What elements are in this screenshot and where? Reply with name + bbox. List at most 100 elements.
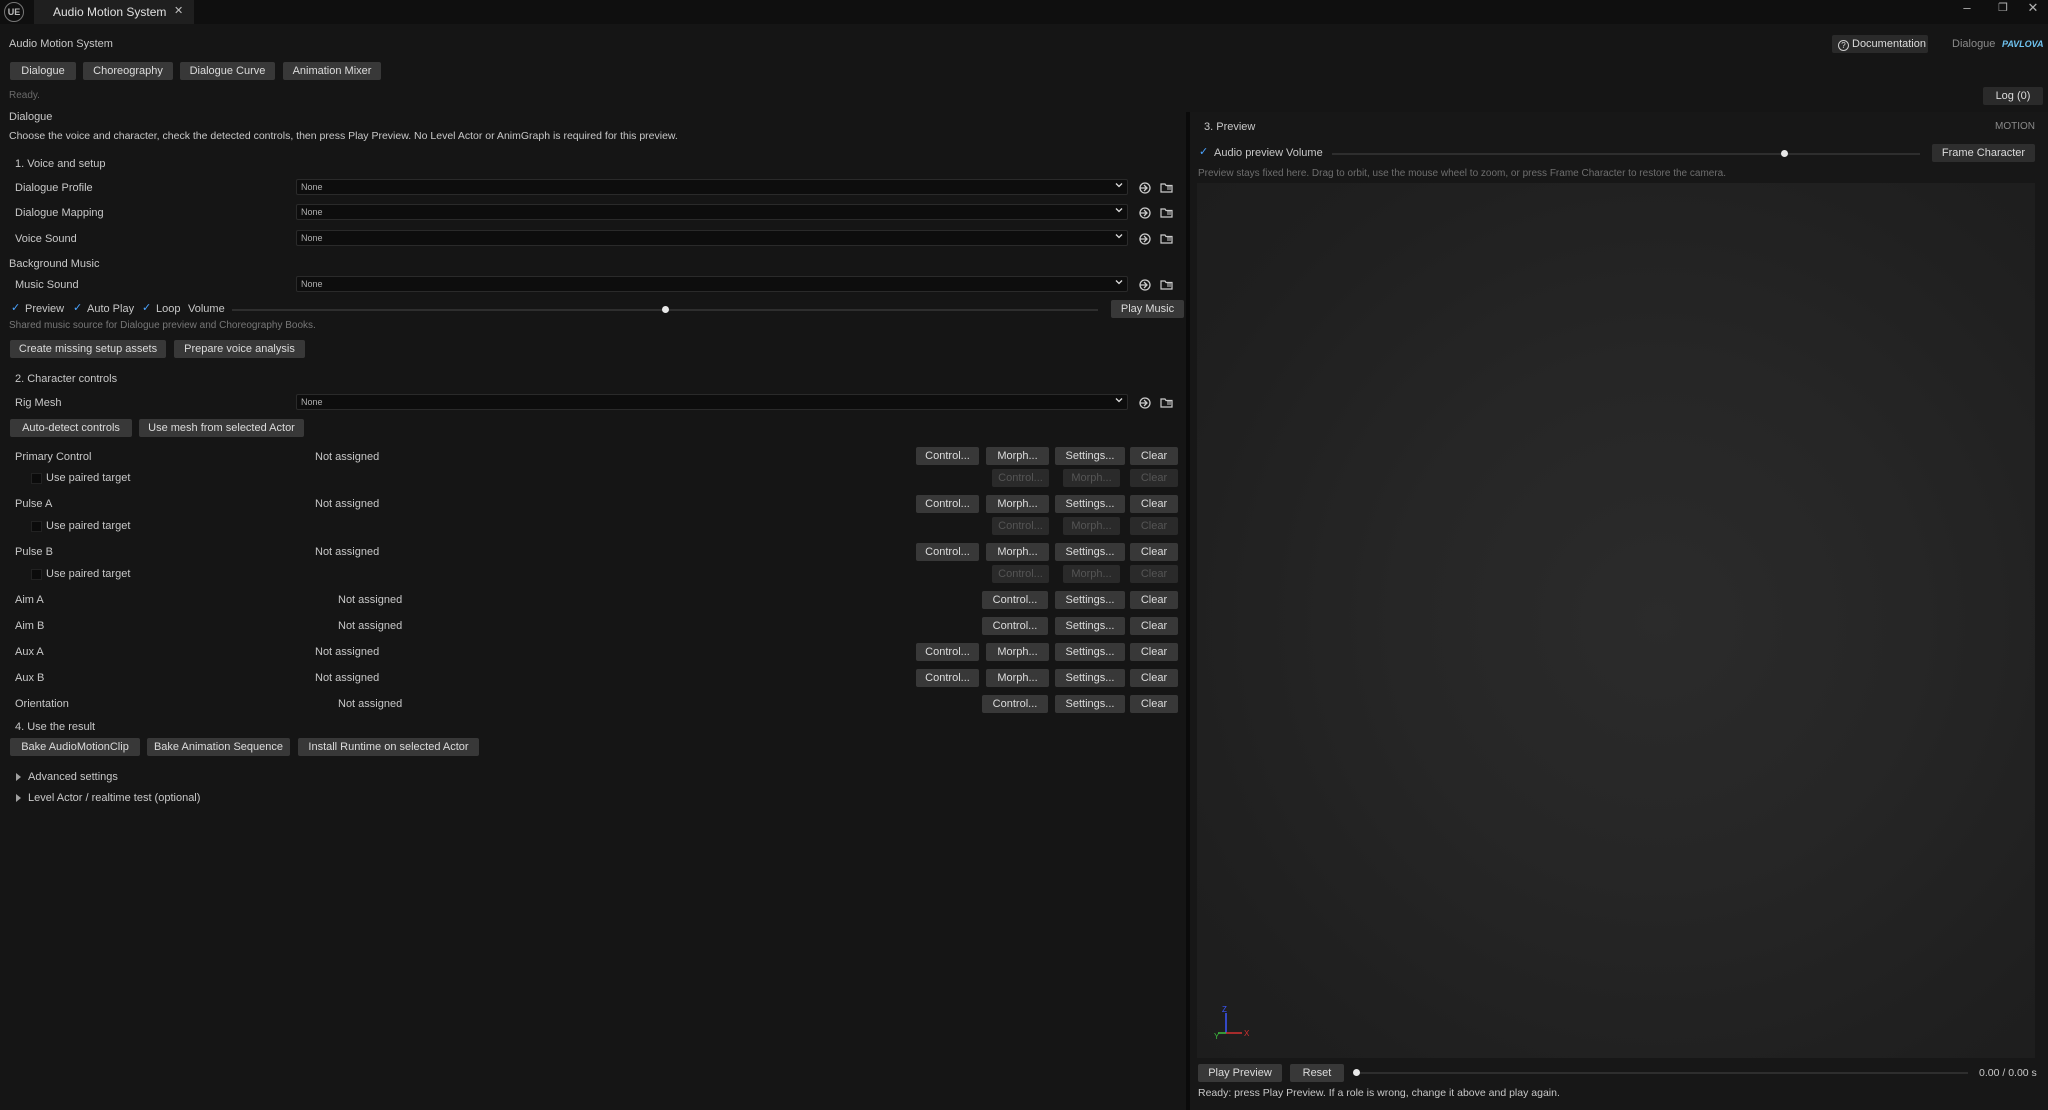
install-runtime-button[interactable]: Install Runtime on selected Actor xyxy=(298,738,479,756)
role-primary-label: Primary Control xyxy=(15,451,92,463)
restore-icon[interactable]: ❐ xyxy=(1988,0,2018,20)
advanced-settings-expander[interactable]: Advanced settings xyxy=(28,771,118,783)
document-tab[interactable]: Audio Motion System xyxy=(34,0,194,24)
expand-triangle-icon[interactable] xyxy=(16,773,21,781)
tab-dialogue-curve[interactable]: Dialogue Curve xyxy=(180,62,275,80)
music-note: Shared music source for Dialogue preview… xyxy=(9,320,316,331)
browse-folder-icon[interactable] xyxy=(1160,181,1174,195)
morph-button[interactable]: Morph... xyxy=(986,495,1049,513)
paired-target-checkbox[interactable] xyxy=(31,473,42,484)
dialogue-profile-select[interactable]: None xyxy=(296,179,1128,195)
settings-button[interactable]: Settings... xyxy=(1055,495,1125,513)
minimize-icon[interactable]: – xyxy=(1952,0,1982,20)
timeline-slider[interactable] xyxy=(1356,1072,1968,1074)
paired-target-checkbox[interactable] xyxy=(31,521,42,532)
axis-x-label: X xyxy=(1244,1029,1250,1038)
clear-button[interactable]: Clear xyxy=(1130,643,1178,661)
role-pulse-a-value: Not assigned xyxy=(315,498,380,510)
settings-button[interactable]: Settings... xyxy=(1055,591,1125,609)
use-selected-icon[interactable] xyxy=(1138,278,1152,292)
autodetect-button[interactable]: Auto-detect controls xyxy=(10,419,132,437)
browse-folder-icon[interactable] xyxy=(1160,206,1174,220)
settings-button[interactable]: Settings... xyxy=(1055,447,1125,465)
level-actor-expander[interactable]: Level Actor / realtime test (optional) xyxy=(28,792,200,804)
preview-volume-slider[interactable] xyxy=(1332,153,1920,155)
browse-folder-icon[interactable] xyxy=(1160,232,1174,246)
control-button[interactable]: Control... xyxy=(916,447,979,465)
role-aim-a-label: Aim A xyxy=(15,594,44,606)
browse-folder-icon[interactable] xyxy=(1160,278,1174,292)
use-mesh-button[interactable]: Use mesh from selected Actor xyxy=(139,419,304,437)
clear-button[interactable]: Clear xyxy=(1130,617,1178,635)
music-volume-handle[interactable] xyxy=(661,306,669,313)
create-assets-button[interactable]: Create missing setup assets xyxy=(10,340,166,358)
dialogue-mapping-select[interactable]: None xyxy=(296,204,1128,220)
clear-button[interactable]: Clear xyxy=(1130,543,1178,561)
settings-button[interactable]: Settings... xyxy=(1055,669,1125,687)
audio-preview-checkbox[interactable] xyxy=(1199,145,1210,159)
paired-target-checkbox[interactable] xyxy=(31,569,42,580)
clear-button[interactable]: Clear xyxy=(1130,495,1178,513)
status-text: Ready. xyxy=(9,90,40,101)
settings-button[interactable]: Settings... xyxy=(1055,643,1125,661)
tab-dialogue[interactable]: Dialogue xyxy=(10,62,76,80)
clear-button[interactable]: Clear xyxy=(1130,447,1178,465)
timeline-handle[interactable] xyxy=(1353,1069,1360,1076)
section-music-heading: Background Music xyxy=(9,258,100,270)
role-orientation-label: Orientation xyxy=(15,698,69,710)
music-sound-select[interactable]: None xyxy=(296,276,1128,292)
voice-sound-select[interactable]: None xyxy=(296,230,1128,246)
preview-viewport[interactable] xyxy=(1197,183,2035,1058)
control-button[interactable]: Control... xyxy=(982,591,1048,609)
rig-mesh-select[interactable]: None xyxy=(296,394,1128,410)
role-aim-a-value: Not assigned xyxy=(338,594,403,606)
dialogue-description: Choose the voice and character, check th… xyxy=(9,130,678,142)
settings-button[interactable]: Settings... xyxy=(1055,695,1125,713)
control-button[interactable]: Control... xyxy=(916,543,979,561)
use-selected-icon[interactable] xyxy=(1138,206,1152,220)
clear-button[interactable]: Clear xyxy=(1130,591,1178,609)
role-aim-b-label: Aim B xyxy=(15,620,45,632)
control-button[interactable]: Control... xyxy=(916,495,979,513)
log-button[interactable]: Log (0) xyxy=(1983,87,2043,105)
control-button[interactable]: Control... xyxy=(916,669,979,687)
use-selected-icon[interactable] xyxy=(1138,181,1152,195)
browse-folder-icon[interactable] xyxy=(1160,396,1174,410)
use-selected-icon[interactable] xyxy=(1138,396,1152,410)
prepare-analysis-button[interactable]: Prepare voice analysis xyxy=(174,340,305,358)
tab-close-icon[interactable]: ✕ xyxy=(174,4,183,17)
tab-animation-mixer[interactable]: Animation Mixer xyxy=(283,62,381,80)
bake-clip-button[interactable]: Bake AudioMotionClip xyxy=(10,738,140,756)
reset-button[interactable]: Reset xyxy=(1290,1064,1344,1082)
control-button[interactable]: Control... xyxy=(982,695,1048,713)
morph-button[interactable]: Morph... xyxy=(986,543,1049,561)
control-button[interactable]: Control... xyxy=(982,617,1048,635)
bake-sequence-button[interactable]: Bake Animation Sequence xyxy=(147,738,290,756)
role-primary-value: Not assigned xyxy=(315,451,380,463)
control-button[interactable]: Control... xyxy=(916,643,979,661)
tab-choreography[interactable]: Choreography xyxy=(83,62,173,80)
documentation-button[interactable]: ? Documentation xyxy=(1832,35,1928,53)
music-sound-label: Music Sound xyxy=(15,279,79,291)
autoplay-checkbox[interactable] xyxy=(73,301,84,315)
frame-character-button[interactable]: Frame Character xyxy=(1932,144,2035,162)
use-selected-icon[interactable] xyxy=(1138,232,1152,246)
preview-checkbox[interactable] xyxy=(11,301,22,315)
rig-mesh-value: None xyxy=(301,397,323,407)
settings-button[interactable]: Settings... xyxy=(1055,543,1125,561)
settings-button[interactable]: Settings... xyxy=(1055,617,1125,635)
clear-button[interactable]: Clear xyxy=(1130,695,1178,713)
chevron-down-icon xyxy=(1115,398,1123,403)
clear-button[interactable]: Clear xyxy=(1130,669,1178,687)
play-music-button[interactable]: Play Music xyxy=(1111,300,1184,318)
expand-triangle-icon[interactable] xyxy=(16,794,21,802)
paired-morph-button: Morph... xyxy=(1063,517,1120,535)
morph-button[interactable]: Morph... xyxy=(986,447,1049,465)
loop-checkbox[interactable] xyxy=(142,301,153,315)
morph-button[interactable]: Morph... xyxy=(986,643,1049,661)
window-close-icon[interactable]: ✕ xyxy=(2018,0,2048,20)
section-dialogue-heading: Dialogue xyxy=(9,111,53,123)
voice-sound-value: None xyxy=(301,233,323,243)
play-preview-button[interactable]: Play Preview xyxy=(1198,1064,1282,1082)
morph-button[interactable]: Morph... xyxy=(986,669,1049,687)
